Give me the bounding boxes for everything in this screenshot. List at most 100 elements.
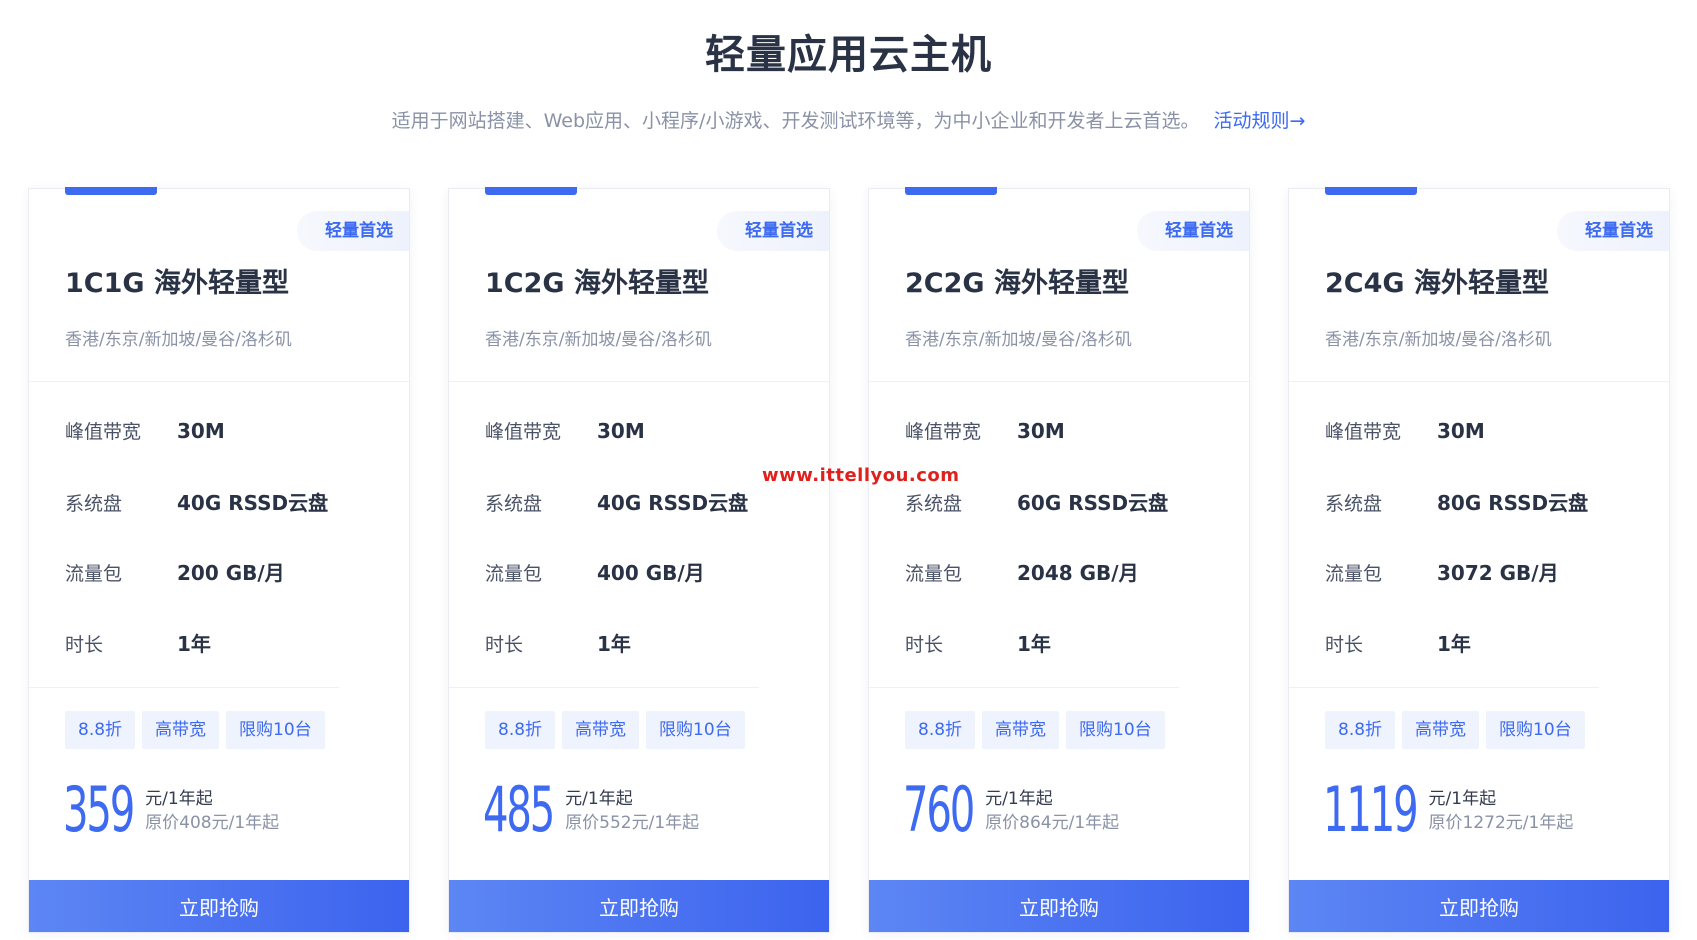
spec-label: 时长	[905, 634, 944, 656]
plan-card: 轻量首选 2C2G 海外轻量型 香港/东京/新加坡/曼谷/洛杉矶 峰值带宽 30M…	[868, 187, 1250, 933]
spec-value: 60G RSSD云盘	[1017, 491, 1169, 515]
spec-value: 1年	[177, 632, 211, 656]
plan-regions: 香港/东京/新加坡/曼谷/洛杉矶	[905, 330, 1132, 350]
spec-label: 峰值带宽	[65, 421, 142, 443]
spec-value: 400 GB/月	[597, 561, 705, 585]
spec-label: 时长	[65, 634, 104, 656]
original-price: 原价552元/1年起	[565, 813, 700, 833]
spec-bandwidth: 峰值带宽 30M	[905, 417, 1065, 447]
spec-value: 40G RSSD云盘	[597, 491, 749, 515]
tag-discount: 8.8折	[905, 711, 976, 749]
spec-label: 系统盘	[1325, 493, 1383, 515]
tag-discount: 8.8折	[65, 711, 136, 749]
plan-price: 359 元/1年起 原价408元/1年起	[63, 773, 279, 847]
tag-bandwidth: 高带宽	[142, 711, 220, 749]
tag-discount: 8.8折	[1325, 711, 1396, 749]
divider	[869, 381, 1249, 382]
card-accent-bar	[1325, 187, 1417, 195]
price-meta: 元/1年起 原价408元/1年起	[145, 787, 279, 835]
spec-disk: 系统盘 40G RSSD云盘	[65, 487, 328, 517]
spec-label: 流量包	[1325, 563, 1383, 585]
price-unit: 元/1年起	[985, 789, 1053, 809]
plan-regions: 香港/东京/新加坡/曼谷/洛杉矶	[1325, 330, 1552, 350]
plan-name: 1C2G 海外轻量型	[485, 268, 709, 299]
buy-now-button[interactable]: 立即抢购	[29, 880, 409, 932]
spec-label: 系统盘	[485, 493, 543, 515]
recommend-badge: 轻量首选	[297, 211, 409, 251]
plan-tags: 8.8折 高带宽 限购10台	[65, 711, 332, 749]
plan-tags: 8.8折 高带宽 限购10台	[485, 711, 752, 749]
buy-now-button[interactable]: 立即抢购	[1289, 880, 1669, 932]
tag-discount: 8.8折	[485, 711, 556, 749]
price-number: 485	[483, 773, 555, 846]
spec-traffic: 流量包 3072 GB/月	[1325, 557, 1559, 587]
spec-duration: 时长 1年	[65, 628, 211, 658]
tag-limit: 限购10台	[1066, 711, 1165, 749]
spec-traffic: 流量包 2048 GB/月	[905, 557, 1139, 587]
spec-value: 200 GB/月	[177, 561, 285, 585]
page-subtitle: 适用于网站搭建、Web应用、小程序/小游戏、开发测试环境等，为中小企业和开发者上…	[0, 106, 1697, 133]
plan-price: 1119 元/1年起 原价1272元/1年起	[1323, 773, 1573, 847]
spec-label: 流量包	[905, 563, 963, 585]
price-unit: 元/1年起	[1428, 789, 1497, 809]
divider	[449, 381, 829, 382]
spec-value: 40G RSSD云盘	[177, 491, 329, 515]
card-accent-bar	[485, 187, 577, 195]
price-meta: 元/1年起 原价552元/1年起	[565, 787, 699, 835]
plan-tags: 8.8折 高带宽 限购10台	[1325, 711, 1592, 749]
plan-price: 760 元/1年起 原价864元/1年起	[903, 773, 1119, 847]
spec-label: 时长	[485, 634, 524, 656]
spec-value: 1年	[1017, 632, 1051, 656]
spec-value: 30M	[177, 419, 225, 443]
spec-label: 时长	[1325, 634, 1364, 656]
spec-value: 30M	[1437, 419, 1485, 443]
plan-tags: 8.8折 高带宽 限购10台	[905, 711, 1172, 749]
plan-cards: 轻量首选 1C1G 海外轻量型 香港/东京/新加坡/曼谷/洛杉矶 峰值带宽 30M…	[28, 187, 1673, 933]
recommend-badge: 轻量首选	[1137, 211, 1249, 251]
spec-disk: 系统盘 40G RSSD云盘	[485, 487, 748, 517]
plan-name: 2C2G 海外轻量型	[905, 268, 1129, 299]
original-price: 原价1272元/1年起	[1428, 813, 1574, 833]
card-accent-bar	[905, 187, 997, 195]
page-title: 轻量应用云主机	[705, 32, 992, 78]
divider	[869, 687, 1179, 688]
divider	[29, 381, 409, 382]
spec-label: 峰值带宽	[905, 421, 982, 443]
spec-label: 系统盘	[905, 493, 963, 515]
buy-now-button[interactable]: 立即抢购	[869, 880, 1249, 932]
price-number: 359	[63, 773, 135, 846]
spec-value: 1年	[597, 632, 631, 656]
tag-bandwidth: 高带宽	[1402, 711, 1480, 749]
price-number: 760	[903, 773, 975, 846]
plan-regions: 香港/东京/新加坡/曼谷/洛杉矶	[485, 330, 712, 350]
spec-value: 3072 GB/月	[1437, 561, 1559, 585]
spec-value: 2048 GB/月	[1017, 561, 1139, 585]
price-meta: 元/1年起 原价864元/1年起	[985, 787, 1119, 835]
buy-now-button[interactable]: 立即抢购	[449, 880, 829, 932]
divider	[449, 687, 759, 688]
plan-card: 轻量首选 2C4G 海外轻量型 香港/东京/新加坡/曼谷/洛杉矶 峰值带宽 30M…	[1288, 187, 1670, 933]
plan-name: 1C1G 海外轻量型	[65, 268, 289, 299]
plan-regions: 香港/东京/新加坡/曼谷/洛杉矶	[65, 330, 292, 350]
spec-traffic: 流量包 400 GB/月	[485, 557, 705, 587]
card-accent-bar	[65, 187, 157, 195]
spec-disk: 系统盘 60G RSSD云盘	[905, 487, 1168, 517]
price-meta: 元/1年起 原价1272元/1年起	[1429, 787, 1574, 835]
recommend-badge: 轻量首选	[1557, 211, 1669, 251]
tag-limit: 限购10台	[646, 711, 745, 749]
original-price: 原价408元/1年起	[145, 813, 280, 833]
spec-bandwidth: 峰值带宽 30M	[1325, 417, 1485, 447]
spec-duration: 时长 1年	[905, 628, 1051, 658]
subtitle-text: 适用于网站搭建、Web应用、小程序/小游戏、开发测试环境等，为中小企业和开发者上…	[391, 110, 1200, 132]
spec-disk: 系统盘 80G RSSD云盘	[1325, 487, 1588, 517]
price-number: 1119	[1323, 773, 1419, 846]
plan-card: 轻量首选 1C1G 海外轻量型 香港/东京/新加坡/曼谷/洛杉矶 峰值带宽 30M…	[28, 187, 410, 933]
spec-value: 1年	[1437, 632, 1471, 656]
spec-label: 峰值带宽	[485, 421, 562, 443]
spec-bandwidth: 峰值带宽 30M	[485, 417, 645, 447]
tag-bandwidth: 高带宽	[982, 711, 1060, 749]
spec-duration: 时长 1年	[1325, 628, 1471, 658]
spec-traffic: 流量包 200 GB/月	[65, 557, 285, 587]
spec-label: 系统盘	[65, 493, 123, 515]
activity-rules-link[interactable]: 活动规则→	[1213, 110, 1305, 132]
